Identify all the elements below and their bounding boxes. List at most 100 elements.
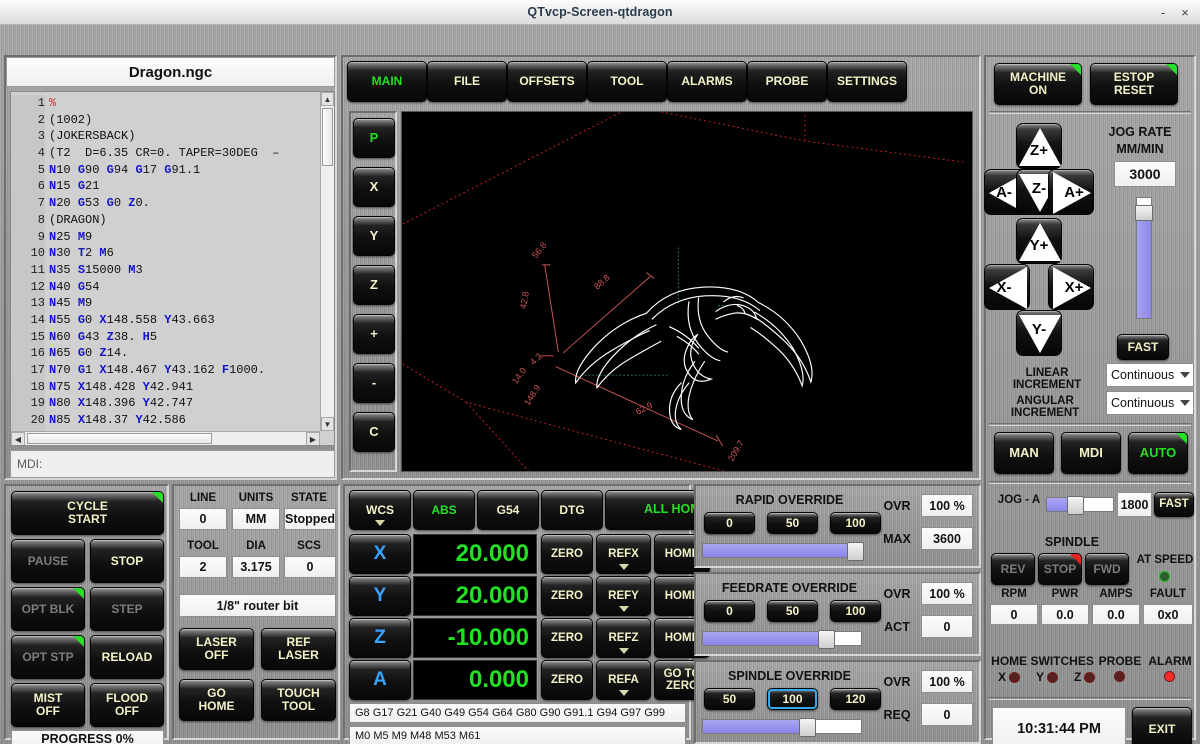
dro-axis-label-z[interactable]: Z (349, 618, 411, 658)
gcode-vertical-scrollbar[interactable]: ▲ ▼ (320, 92, 334, 431)
view-button-plus[interactable]: + (353, 314, 395, 354)
zero-y-button[interactable]: ZERO (541, 576, 593, 616)
laser-label-1: LASER (196, 635, 237, 649)
exit-button[interactable]: EXIT (1132, 707, 1192, 744)
dro-axis-label-y[interactable]: Y (349, 576, 411, 616)
scroll-right-icon[interactable]: ▶ (306, 432, 320, 446)
ref-z-button[interactable]: REFZ (596, 618, 651, 658)
dro-readout: 0.000 (469, 666, 529, 694)
view-button-minus[interactable]: - (353, 363, 395, 403)
jog-a-minusplus-button[interactable]: A+ (1048, 169, 1094, 215)
override-preset-100[interactable]: 100 (830, 512, 881, 534)
zero-z-button[interactable]: ZERO (541, 618, 593, 658)
jog-rate-value[interactable]: 3000 (1114, 161, 1176, 187)
step-button[interactable]: STEP (90, 587, 164, 631)
dro-header-dtg[interactable]: DTG (541, 490, 603, 530)
reload-button[interactable]: RELOAD (90, 635, 164, 679)
override-slider[interactable] (702, 719, 862, 734)
mode-mdi-button[interactable]: MDI (1061, 432, 1121, 474)
jog-y-minus-button[interactable]: Y- (1016, 310, 1062, 356)
mode-man-button[interactable]: MAN (994, 432, 1054, 474)
tab-settings[interactable]: SETTINGS (827, 61, 907, 102)
dro-header-g54[interactable]: G54 (477, 490, 539, 530)
stop-button[interactable]: STOP (90, 539, 164, 583)
view-button-z[interactable]: Z (353, 265, 395, 305)
3d-viewport[interactable]: 56.842.84.214.0148.988.862.9209.7 (401, 111, 973, 472)
tab-tool[interactable]: TOOL (587, 61, 667, 102)
go-home-button[interactable]: GO HOME (179, 679, 254, 721)
dro-header-abs[interactable]: ABS (413, 490, 475, 530)
jog-a-slider-thumb[interactable] (1067, 496, 1084, 515)
jog-slider-thumb[interactable] (1135, 205, 1153, 221)
spindle-stop-button[interactable]: STOP (1038, 553, 1082, 585)
scroll-down-icon[interactable]: ▼ (321, 417, 334, 431)
tab-offsets[interactable]: OFFSETS (507, 61, 587, 102)
override-preset-0[interactable]: 0 (704, 600, 755, 622)
minimize-icon[interactable]: - (1152, 0, 1174, 25)
ref-laser-button[interactable]: REF LASER (261, 628, 336, 670)
optional-block-button[interactable]: OPT BLK (11, 587, 85, 631)
scroll-up-icon[interactable]: ▲ (321, 92, 334, 106)
hscroll-thumb[interactable] (27, 433, 212, 444)
tab-alarms[interactable]: ALARMS (667, 61, 747, 102)
laser-toggle-button[interactable]: LASER OFF (179, 628, 254, 670)
override-preset-50[interactable]: 50 (704, 688, 755, 710)
close-icon[interactable]: × (1174, 0, 1196, 25)
view-button-y[interactable]: Y (353, 216, 395, 256)
go-home-label-2: HOME (199, 699, 235, 713)
touch-tool-button[interactable]: TOUCH TOOL (261, 679, 336, 721)
cycle-start-button[interactable]: CYCLE START (11, 491, 164, 535)
spindle-forward-button[interactable]: FWD (1085, 553, 1129, 585)
jog-a-slider[interactable] (1046, 497, 1114, 512)
override-preset-120[interactable]: 120 (830, 688, 881, 710)
view-button-c[interactable]: C (353, 412, 395, 452)
override-slider-thumb[interactable] (799, 718, 816, 737)
ref-a-button[interactable]: REFA (596, 660, 651, 700)
override-preset-100[interactable]: 100 (767, 688, 818, 710)
zero-a-button[interactable]: ZERO (541, 660, 593, 700)
jog-rate-slider[interactable] (1136, 197, 1152, 319)
jog-x-minus-button[interactable]: X- (984, 264, 1030, 310)
scroll-thumb[interactable] (322, 108, 333, 166)
override-slider-thumb[interactable] (847, 542, 864, 561)
override-slider[interactable] (702, 631, 862, 646)
jog-z-minusplus-button[interactable]: Z+ (1016, 123, 1062, 169)
linear-increment-select[interactable]: Continuous0.0010.0100.1001.000 (1106, 363, 1194, 387)
gcode-editor[interactable]: 1%2(1002)3(JOKERSBACK)4(T2 D=6.35 CR=0. … (10, 91, 335, 446)
override-slider[interactable] (702, 543, 862, 558)
override-preset-0[interactable]: 0 (704, 512, 755, 534)
zero-x-button[interactable]: ZERO (541, 534, 593, 574)
mode-auto-button[interactable]: AUTO (1128, 432, 1188, 474)
tab-main[interactable]: MAIN (347, 61, 427, 102)
jog-y-minusplus-button[interactable]: Y+ (1016, 218, 1062, 264)
override-slider-thumb[interactable] (818, 630, 835, 649)
jog-a-value[interactable]: 1800 (1117, 492, 1152, 517)
flood-toggle-button[interactable]: FLOOD OFF (90, 683, 164, 727)
ref-y-button[interactable]: REFY (596, 576, 651, 616)
scroll-left-icon[interactable]: ◀ (11, 432, 25, 446)
override-preset-50[interactable]: 50 (767, 600, 818, 622)
machine-on-button[interactable]: MACHINE ON (994, 63, 1082, 105)
dro-header-wcs[interactable]: WCS (349, 490, 411, 530)
mdi-input[interactable]: MDI: (10, 450, 335, 478)
pause-button[interactable]: PAUSE (11, 539, 85, 583)
dro-axis-label-x[interactable]: X (349, 534, 411, 574)
jog-x-minusplus-button[interactable]: X+ (1048, 264, 1094, 310)
optional-stop-button[interactable]: OPT STP (11, 635, 85, 679)
jog-a-fast-button[interactable]: FAST (1154, 492, 1194, 517)
override-preset-100[interactable]: 100 (830, 600, 881, 622)
tab-file[interactable]: FILE (427, 61, 507, 102)
tab-probe[interactable]: PROBE (747, 61, 827, 102)
spindle-reverse-button[interactable]: REV (991, 553, 1035, 585)
ref-x-button[interactable]: REFX (596, 534, 651, 574)
dro-axis-label-a[interactable]: A (349, 660, 411, 700)
view-button-p[interactable]: P (353, 118, 395, 158)
estop-reset-button[interactable]: ESTOP RESET (1090, 63, 1178, 105)
jog-fast-button[interactable]: FAST (1117, 334, 1169, 360)
gcode-horizontal-scrollbar[interactable]: ◀ ▶ (11, 431, 320, 445)
view-button-x[interactable]: X (353, 167, 395, 207)
override-title: SPINDLE OVERRIDE (702, 669, 877, 683)
angular-increment-select[interactable]: Continuous0.0010.0100.1001.000 (1106, 391, 1194, 415)
override-preset-50[interactable]: 50 (767, 512, 818, 534)
mist-toggle-button[interactable]: MIST OFF (11, 683, 85, 727)
